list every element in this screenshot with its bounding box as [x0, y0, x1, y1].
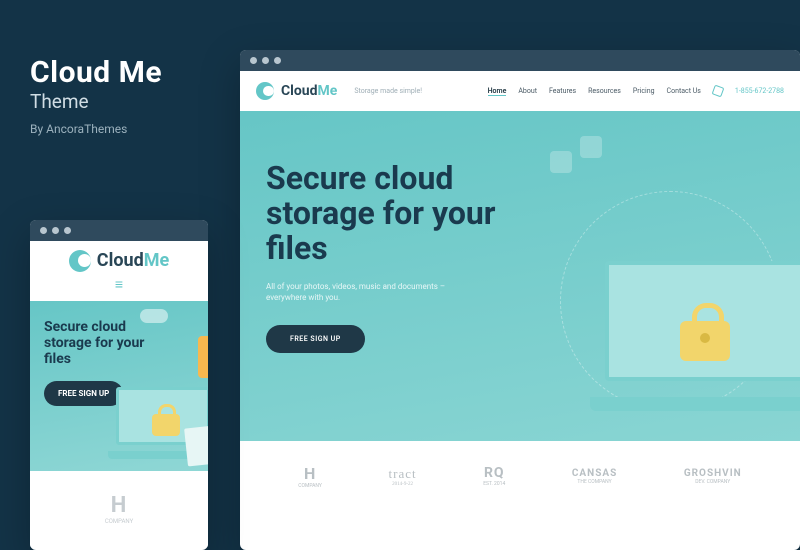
client-groshvin: GROSHVIN DEV. COMPANY — [684, 468, 742, 485]
browser-titlebar — [240, 50, 800, 71]
client-tract: tract 2014-9-22 — [389, 466, 417, 487]
mobile-preview: CloudMe ≡ Secure cloud storage for your … — [30, 220, 208, 550]
client-h: H COMPANY — [105, 493, 133, 525]
logo-icon — [69, 250, 91, 272]
client-h-label: H — [111, 493, 128, 518]
window-dot-icon — [52, 227, 59, 234]
nav-contact[interactable]: Contact Us — [667, 87, 701, 95]
clients-row: H COMPANY tract 2014-9-22 RQ EST. 2014 C… — [240, 441, 800, 511]
promo-title: Cloud Me — [30, 55, 162, 90]
logo-second: Me — [144, 250, 169, 271]
nav-features[interactable]: Features — [549, 87, 576, 95]
cloud-icon — [140, 309, 168, 323]
client-tract-sub: 2014-9-22 — [389, 482, 417, 487]
site-header: CloudMe Storage made simple! Home About … — [240, 71, 800, 111]
mobile-clients-row: H COMPANY — [30, 471, 208, 547]
music-icon — [550, 151, 572, 173]
browser-titlebar — [30, 220, 208, 241]
logo-text[interactable]: CloudMe — [281, 83, 337, 99]
window-dot-icon — [250, 57, 257, 64]
client-tract-label: tract — [389, 466, 417, 481]
image-icon — [580, 136, 602, 158]
mobile-hero-headline: Secure cloud storage for your files — [44, 319, 149, 367]
client-rq-label: RQ — [484, 465, 505, 481]
hero-subtext: All of your photos, videos, music and do… — [266, 281, 486, 303]
phone-icon — [711, 85, 724, 98]
lock-icon — [152, 414, 180, 436]
logo-first: Cloud — [97, 250, 144, 271]
client-h-label: H — [304, 464, 316, 483]
lock-icon — [680, 321, 730, 361]
hamburger-icon[interactable]: ≡ — [115, 276, 123, 293]
paper-icon — [184, 426, 208, 467]
tagline: Storage made simple! — [354, 87, 422, 95]
signup-button[interactable]: FREE SIGN UP — [266, 325, 365, 353]
logo-first: Cloud — [281, 83, 318, 99]
main-nav: Home About Features Resources Pricing Co… — [488, 71, 784, 111]
client-rq: RQ EST. 2014 — [483, 465, 505, 487]
desktop-preview: CloudMe Storage made simple! Home About … — [240, 50, 800, 550]
window-dot-icon — [40, 227, 47, 234]
nav-home[interactable]: Home — [488, 87, 507, 96]
client-h-sub: COMPANY — [298, 483, 322, 489]
promo-subtitle: Theme — [30, 90, 89, 113]
client-cansas: CANSAS THE COMPANY — [572, 468, 617, 485]
promo-byline: By AncoraThemes — [30, 122, 127, 136]
client-cansas-sub: THE COMPANY — [572, 479, 617, 485]
window-dot-icon — [274, 57, 281, 64]
nav-about[interactable]: About — [518, 87, 537, 95]
logo-text[interactable]: CloudMe — [97, 250, 169, 271]
mobile-hero: Secure cloud storage for your files FREE… — [30, 301, 208, 471]
mobile-header: CloudMe ≡ — [30, 241, 208, 301]
client-groshvin-label: GROSHVIN — [684, 468, 742, 479]
window-dot-icon — [262, 57, 269, 64]
logo-second: Me — [318, 83, 338, 99]
client-h-sub: COMPANY — [105, 518, 133, 525]
hero-headline: Secure cloud storage for your files — [266, 161, 546, 267]
phone-device-icon — [198, 336, 208, 378]
client-groshvin-sub: DEV. COMPANY — [684, 479, 742, 485]
window-dot-icon — [64, 227, 71, 234]
logo-icon — [256, 82, 274, 100]
nav-resources[interactable]: Resources — [588, 87, 621, 95]
nav-pricing[interactable]: Pricing — [633, 87, 655, 95]
phone-number[interactable]: 1-855-672-2788 — [735, 87, 784, 95]
hero-section: Secure cloud storage for your files All … — [240, 111, 800, 441]
client-h: H COMPANY — [298, 464, 322, 489]
client-rq-sub: EST. 2014 — [483, 481, 505, 487]
client-cansas-label: CANSAS — [572, 468, 617, 479]
